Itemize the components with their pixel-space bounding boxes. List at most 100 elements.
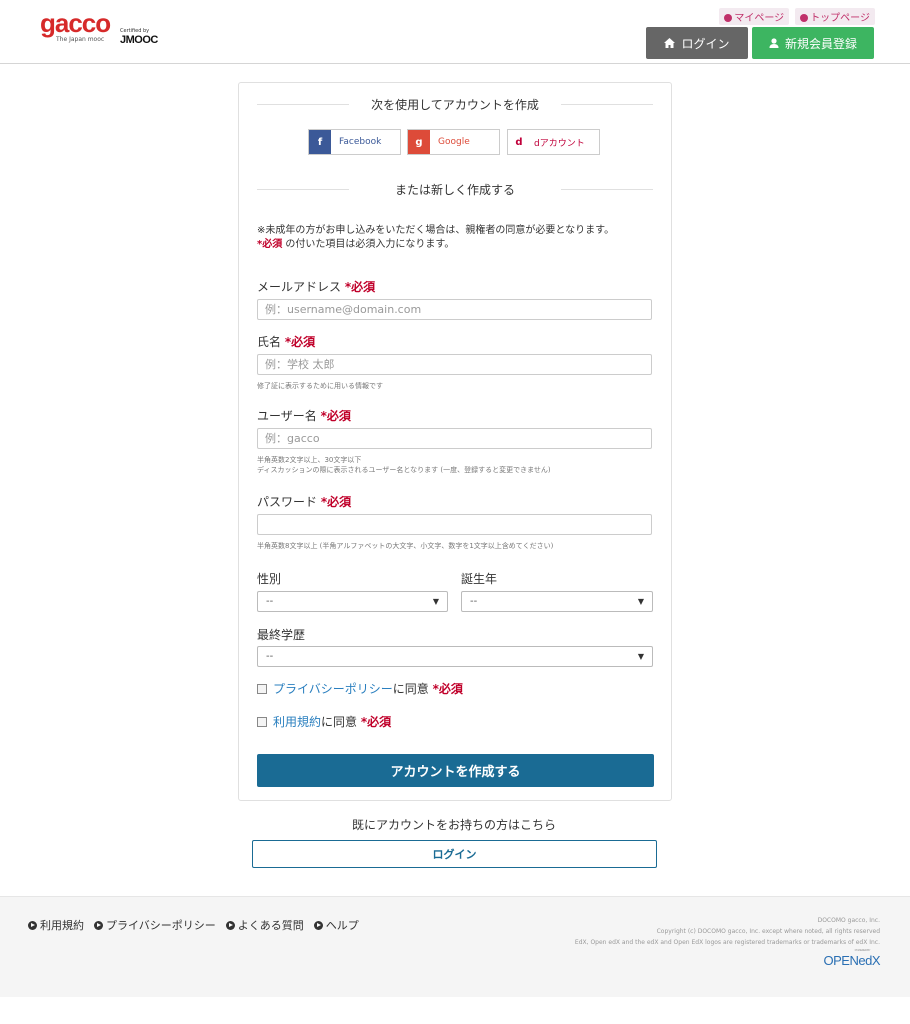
required-mark: *必須 (257, 239, 283, 250)
username-help-length: 半角英数2文字以上、30文字以下 (257, 456, 362, 464)
password-help: 半角英数8文字以上 (半角アルファベットの大文字、小文字、数字を1文字以上含めて… (257, 542, 554, 550)
gacco-logo[interactable]: gacco The Japan mooc Certified by JMOOC (40, 10, 170, 50)
gender-value: -- (266, 596, 274, 607)
d-account-label: dアカウント (534, 138, 585, 149)
agree-text: に同意 (392, 682, 433, 696)
header-login-button[interactable]: ログイン (646, 27, 748, 59)
required-mark: *必須 (284, 335, 316, 349)
terms-agree-text: 利用規約に同意 *必須 (273, 713, 391, 730)
d-account-icon: d (508, 130, 530, 154)
name-input[interactable] (257, 354, 652, 375)
gacco-logo-text: gacco (40, 8, 111, 38)
password-label: パスワード *必須 (257, 493, 351, 510)
footer-link-help[interactable]: ヘルプ (313, 917, 359, 933)
privacy-agree-text: プライバシーポリシーに同意 *必須 (273, 680, 463, 697)
privacy-agree: プライバシーポリシーに同意 *必須 (257, 680, 463, 697)
google-button[interactable]: g Google (407, 129, 500, 155)
username-help-display: ディスカッションの際に表示されるユーザー名となります (一度、登録すると変更でき… (257, 466, 551, 474)
education-value: -- (266, 651, 274, 662)
name-help: 修了証に表示するために用いる情報です (257, 382, 383, 390)
email-input[interactable] (257, 299, 652, 320)
copyright-text: Copyright (c) DOCOMO gacco, Inc. except … (656, 928, 880, 935)
footer-link-label: ヘルプ (325, 919, 359, 932)
circle-arrow-icon (724, 14, 733, 22)
facebook-label: Facebook (339, 137, 382, 147)
footer-legal: DOCOMO gacco, Inc. Copyright (c) DOCOMO … (575, 915, 880, 948)
d-account-button[interactable]: d dアカウント (507, 129, 600, 155)
education-select[interactable]: -- ▼ (257, 646, 653, 667)
chevron-circle-icon (94, 921, 103, 930)
username-input[interactable] (257, 428, 652, 449)
terms-link[interactable]: 利用規約 (273, 715, 321, 729)
required-note: *必須 の付いた項目は必須入力になります。 (257, 238, 657, 252)
create-account-button[interactable]: アカウントを作成する (257, 754, 654, 787)
google-icon: g (408, 130, 430, 154)
footer-link-label: よくある質問 (237, 919, 304, 932)
facebook-button[interactable]: f Facebook (308, 129, 401, 155)
social-section-title: 次を使用してアカウントを作成 (257, 96, 653, 112)
openedx-logo[interactable]: POWERED BY OPENedX (823, 948, 881, 968)
footer-links: 利用規約 プライバシーポリシー よくある質問 ヘルプ (28, 917, 359, 933)
powered-by-label: POWERED BY (854, 948, 871, 952)
education-label: 最終学歴 (257, 628, 306, 642)
username-label: ユーザー名 *必須 (257, 407, 351, 424)
birth-year-select[interactable]: -- ▼ (461, 591, 653, 612)
gender-label: 性別 (257, 572, 282, 586)
email-label: メールアドレス *必須 (257, 278, 375, 295)
birth-year-label: 誕生年 (461, 572, 498, 586)
agree-text: に同意 (321, 715, 361, 729)
caret-down-icon: ▼ (637, 597, 644, 606)
chevron-circle-icon (313, 921, 323, 930)
header-register-button[interactable]: 新規会員登録 (752, 27, 874, 59)
header-register-label: 新規会員登録 (784, 36, 857, 51)
password-label-text: パスワード (257, 495, 321, 509)
logo-tagline: The Japan mooc (56, 36, 105, 43)
footer-link-label: 利用規約 (40, 919, 84, 932)
circle-arrow-icon (800, 14, 809, 22)
toppage-label: トップページ (810, 13, 870, 24)
footer-link-terms[interactable]: 利用規約 (28, 917, 84, 933)
required-mark: *必須 (432, 682, 463, 696)
google-label: Google (438, 137, 470, 147)
home-icon (664, 38, 676, 48)
terms-checkbox[interactable] (257, 716, 267, 727)
username-help: 半角英数2文字以上、30文字以下 ディスカッションの際に表示されるユーザー名とな… (257, 455, 551, 475)
existing-login-button[interactable]: ログイン (252, 840, 657, 868)
company-name: DOCOMO gacco, Inc. (817, 917, 880, 924)
site-header: gacco The Japan mooc Certified by JMOOC … (0, 0, 910, 64)
site-footer: 利用規約 プライバシーポリシー よくある質問 ヘルプ DOCOMO gacco,… (0, 896, 910, 997)
jmooc-logo: JMOOC (120, 34, 158, 46)
minor-consent-note: ※未成年の方がお申し込みをいただく場合は、親権者の同意が必要となります。 (257, 225, 615, 236)
mypage-link[interactable]: マイページ (719, 8, 790, 25)
top-links: マイページ トップページ (719, 8, 875, 25)
name-label-text: 氏名 (257, 335, 285, 349)
required-mark: *必須 (344, 280, 376, 294)
required-mark: *必須 (320, 409, 351, 423)
openedx-logo-text: OPENedX (823, 953, 881, 968)
footer-link-privacy[interactable]: プライバシーポリシー (94, 917, 216, 933)
name-label: 氏名 *必須 (257, 333, 315, 350)
required-mark: *必須 (320, 495, 352, 509)
footer-link-label: プライバシーポリシー (106, 919, 216, 932)
terms-agree: 利用規約に同意 *必須 (257, 713, 391, 730)
birth-year-value: -- (470, 596, 478, 607)
privacy-checkbox[interactable] (257, 683, 267, 694)
trademark-text: EdX, Open edX and the edX and Open EdX l… (574, 939, 880, 946)
username-label-text: ユーザー名 (257, 409, 321, 423)
facebook-icon: f (309, 130, 331, 154)
email-label-text: メールアドレス (257, 280, 345, 294)
registration-note: ※未成年の方がお申し込みをいただく場合は、親権者の同意が必要となります。 *必須… (257, 224, 657, 252)
header-login-label: ログイン (681, 36, 730, 51)
chevron-circle-icon (225, 921, 235, 930)
footer-link-faq[interactable]: よくある質問 (225, 917, 304, 933)
new-account-section-title: または新しく作成する (257, 181, 653, 197)
registration-card: 次を使用してアカウントを作成 f Facebook g Google d dアカ… (238, 82, 672, 801)
gender-select[interactable]: -- ▼ (257, 591, 448, 612)
user-icon (769, 38, 779, 48)
password-input[interactable] (257, 514, 652, 535)
chevron-circle-icon (28, 921, 37, 930)
caret-down-icon: ▼ (432, 597, 439, 606)
toppage-link[interactable]: トップページ (795, 8, 875, 25)
privacy-policy-link[interactable]: プライバシーポリシー (273, 682, 393, 696)
required-mark: *必須 (360, 715, 392, 729)
